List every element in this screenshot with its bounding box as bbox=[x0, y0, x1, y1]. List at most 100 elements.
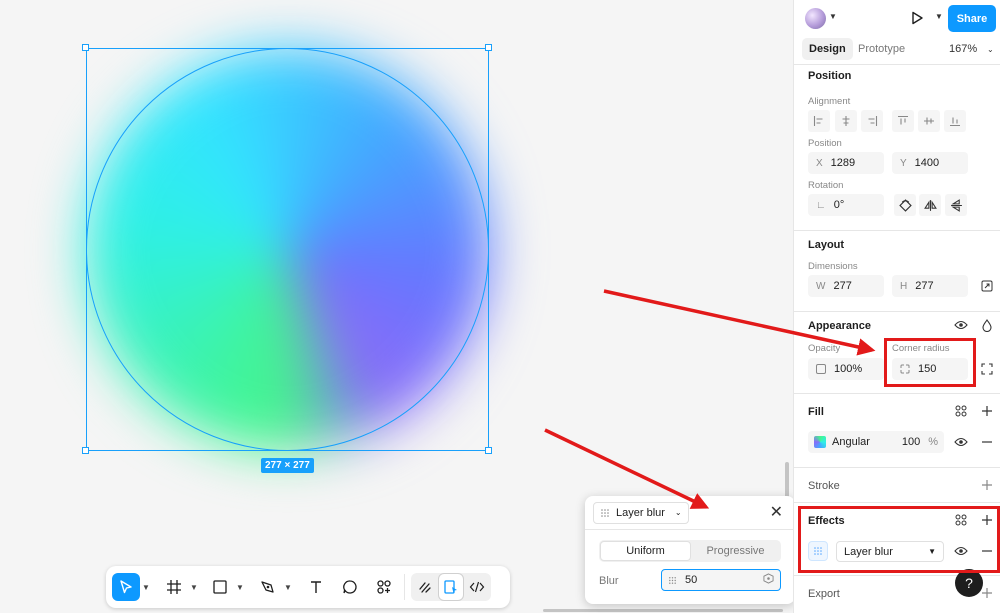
move-tool-caret[interactable]: ▼ bbox=[140, 573, 152, 601]
resize-handle-top-left[interactable] bbox=[82, 44, 89, 51]
flip-vertical-button[interactable] bbox=[945, 194, 967, 216]
flip-horizontal-button[interactable] bbox=[919, 194, 941, 216]
effects-section-title: Effects bbox=[808, 515, 845, 527]
effect-visibility-toggle[interactable] bbox=[952, 542, 970, 560]
opacity-value: 100% bbox=[834, 363, 863, 375]
chevron-down-icon[interactable]: ⌄ bbox=[987, 45, 994, 54]
user-avatar[interactable] bbox=[805, 8, 826, 29]
frame-tool-caret[interactable]: ▼ bbox=[188, 573, 200, 601]
visibility-toggle[interactable] bbox=[952, 316, 970, 334]
x-position-field[interactable]: X 1289 bbox=[808, 152, 884, 174]
fill-swatch[interactable] bbox=[814, 436, 826, 448]
effect-styles-button[interactable] bbox=[952, 511, 970, 529]
blurred-circle-layer[interactable] bbox=[86, 48, 489, 451]
zoom-level[interactable]: 167% bbox=[949, 43, 977, 55]
progressive-option[interactable]: Progressive bbox=[691, 541, 780, 561]
chevron-down-icon[interactable]: ▼ bbox=[935, 12, 943, 21]
comment-tool-button[interactable] bbox=[336, 573, 364, 601]
tab-design[interactable]: Design bbox=[802, 38, 853, 60]
align-right-button[interactable] bbox=[861, 110, 883, 132]
y-value: 1400 bbox=[914, 157, 940, 169]
pen-tool-caret[interactable]: ▼ bbox=[282, 573, 294, 601]
design-mode-button[interactable] bbox=[438, 573, 464, 601]
appearance-section-title: Appearance bbox=[808, 320, 871, 332]
align-bottom-icon bbox=[950, 117, 960, 127]
draw-mode-button[interactable] bbox=[412, 573, 438, 601]
plus-icon bbox=[982, 588, 992, 598]
fill-opacity[interactable]: 100 % bbox=[902, 436, 938, 448]
shape-tool-button[interactable] bbox=[206, 573, 234, 601]
chevron-down-icon: ▼ bbox=[142, 582, 150, 592]
divider bbox=[794, 230, 1000, 231]
minus-icon bbox=[982, 441, 992, 443]
corner-radius-label: Corner radius bbox=[892, 343, 950, 354]
variable-icon[interactable] bbox=[763, 573, 774, 587]
align-left-button[interactable] bbox=[808, 110, 830, 132]
add-fill-button[interactable] bbox=[978, 402, 996, 420]
canvas-horizontal-scrollbar[interactable] bbox=[543, 609, 783, 612]
y-position-field[interactable]: Y 1400 bbox=[892, 152, 968, 174]
width-field[interactable]: W 277 bbox=[808, 275, 884, 297]
text-tool-button[interactable] bbox=[302, 573, 330, 601]
layout-section-title: Layout bbox=[808, 239, 845, 251]
dimensions-label: Dimensions bbox=[808, 261, 858, 272]
plus-icon bbox=[982, 480, 992, 490]
chevron-down-icon[interactable]: ▼ bbox=[829, 12, 837, 21]
effect-type-dropdown[interactable]: Layer blur ⌄ bbox=[593, 501, 689, 524]
fill-section-title: Fill bbox=[808, 406, 824, 418]
close-popover-button[interactable]: ✕ bbox=[770, 505, 783, 521]
opacity-field[interactable]: 100% bbox=[808, 358, 884, 380]
remove-effect-button[interactable] bbox=[978, 542, 996, 560]
help-button[interactable]: ? bbox=[955, 569, 983, 597]
tab-prototype[interactable]: Prototype bbox=[851, 38, 912, 60]
actions-tool-button[interactable] bbox=[370, 573, 398, 601]
constrain-proportions-button[interactable] bbox=[978, 277, 996, 295]
align-middle-button[interactable] bbox=[918, 110, 940, 132]
rotation-value: 0° bbox=[833, 199, 845, 211]
blend-mode-button[interactable] bbox=[978, 316, 996, 334]
opacity-label: Opacity bbox=[808, 343, 841, 354]
add-stroke-button[interactable] bbox=[978, 476, 996, 494]
align-center-icon bbox=[842, 116, 850, 126]
effect-type-select[interactable]: Layer blur ▼ bbox=[836, 541, 944, 562]
corner-radius-icon bbox=[900, 364, 910, 374]
move-tool-button[interactable] bbox=[112, 573, 140, 601]
angular-gradient-fill bbox=[86, 48, 489, 451]
angle-icon: ∟ bbox=[816, 199, 826, 211]
fill-row[interactable]: Angular 100 % bbox=[808, 431, 944, 453]
align-bottom-button[interactable] bbox=[944, 110, 966, 132]
rotation-field[interactable]: ∟ 0° bbox=[808, 194, 884, 216]
independent-corners-button[interactable] bbox=[978, 360, 996, 378]
flip-vertical-icon bbox=[950, 198, 962, 212]
effect-settings-button[interactable] bbox=[808, 541, 828, 561]
rotate-90-button[interactable] bbox=[894, 194, 916, 216]
divider bbox=[794, 467, 1000, 468]
align-center-h-button[interactable] bbox=[835, 110, 857, 132]
effect-type-value: Layer blur bbox=[844, 545, 893, 558]
align-left-icon bbox=[813, 116, 823, 126]
play-icon[interactable] bbox=[909, 10, 925, 26]
h-prefix: H bbox=[900, 280, 908, 292]
resize-handle-bottom-right[interactable] bbox=[485, 447, 492, 454]
add-effect-button[interactable] bbox=[978, 511, 996, 529]
blur-value-input[interactable]: 50 bbox=[661, 569, 781, 591]
height-field[interactable]: H 277 bbox=[892, 275, 968, 297]
share-button[interactable]: Share bbox=[948, 5, 996, 32]
remove-fill-button[interactable] bbox=[978, 433, 996, 451]
corner-radius-field[interactable]: 150 bbox=[892, 358, 968, 380]
uniform-option[interactable]: Uniform bbox=[600, 541, 691, 561]
shape-tool-caret[interactable]: ▼ bbox=[234, 573, 246, 601]
frame-tool-button[interactable] bbox=[160, 573, 188, 601]
fill-styles-button[interactable] bbox=[952, 402, 970, 420]
chevron-down-icon: ▼ bbox=[928, 547, 936, 556]
drop-icon bbox=[982, 318, 992, 332]
resize-handle-top-right[interactable] bbox=[485, 44, 492, 51]
align-top-button[interactable] bbox=[892, 110, 914, 132]
resize-handle-bottom-left[interactable] bbox=[82, 447, 89, 454]
fill-visibility-toggle[interactable] bbox=[952, 433, 970, 451]
bottom-toolbar: ▼ ▼ ▼ ▼ bbox=[106, 566, 510, 608]
dev-mode-button[interactable] bbox=[464, 573, 490, 601]
code-icon bbox=[469, 581, 485, 593]
pen-tool-button[interactable] bbox=[254, 573, 282, 601]
rectangle-icon bbox=[213, 580, 227, 594]
